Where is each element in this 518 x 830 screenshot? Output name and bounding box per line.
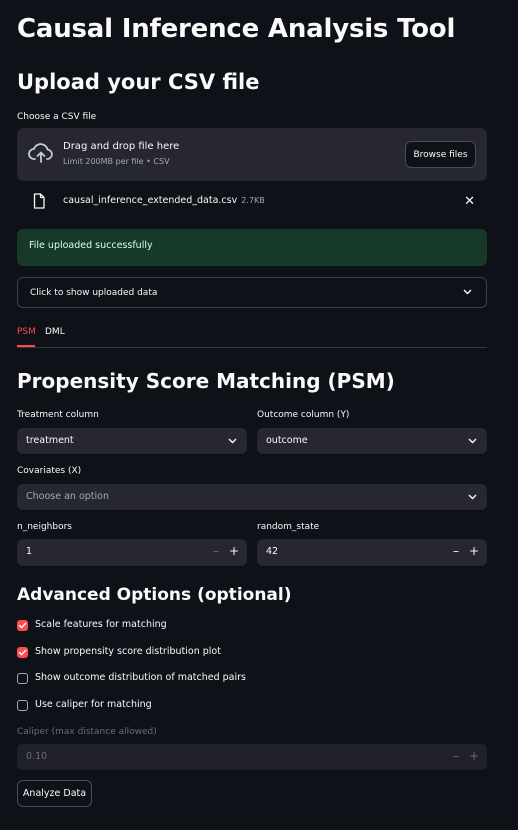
decrement-button: – [453,749,459,763]
n-neighbors-input[interactable]: 1 – + [17,539,247,566]
caliper-label: Caliper (max distance allowed) [17,727,157,737]
outcome-column-select[interactable]: outcome [257,428,487,454]
increment-button[interactable]: + [469,544,479,558]
uploaded-file-row: causal_inference_extended_data.csv 2.7KB … [17,192,487,212]
tab-bar: PSM DML [17,321,487,348]
random-state-value: 42 [266,546,279,557]
checkbox-label: Show outcome distribution of matched pai… [35,672,246,683]
chevron-down-icon [468,492,477,503]
file-name-text: causal_inference_extended_data.csv [63,195,238,206]
caliper-value: 0.10 [26,751,48,762]
checkbox-propensity-plot[interactable]: Show propensity score distribution plot [17,646,317,660]
covariates-placeholder: Choose an option [26,491,109,502]
checkbox-checked-icon[interactable] [17,620,28,631]
psm-heading: Propensity Score Matching (PSM) [17,369,395,393]
checkbox-label: Show propensity score distribution plot [35,646,221,657]
checkbox-checked-icon[interactable] [17,647,28,658]
checkbox-unchecked-icon[interactable] [17,673,28,684]
decrement-button[interactable]: – [453,544,459,558]
checkbox-scale-features[interactable]: Scale features for matching [17,619,317,633]
dropzone-limit-text: Limit 200MB per file • CSV [63,157,170,166]
outcome-column-value: outcome [266,435,308,446]
analyze-data-button[interactable]: Analyze Data [17,780,92,807]
covariates-multiselect[interactable]: Choose an option [17,484,487,510]
random-state-label: random_state [257,522,320,532]
caliper-input: 0.10 – + [17,744,487,770]
upload-heading: Upload your CSV file [17,70,260,94]
advanced-options-heading: Advanced Options (optional) [17,585,292,605]
expander-label: Click to show uploaded data [30,288,158,298]
cloud-upload-icon [28,142,54,168]
app-title: Causal Inference Analysis Tool [17,14,456,44]
file-icon [33,193,45,213]
random-state-input[interactable]: 42 – + [257,539,487,566]
chevron-down-icon [463,288,472,298]
checkbox-unchecked-icon[interactable] [17,700,28,711]
n-neighbors-value: 1 [26,546,33,557]
uploaded-file-name: causal_inference_extended_data.csv 2.7KB [63,195,265,206]
tab-psm[interactable]: PSM [17,327,36,337]
checkbox-use-caliper[interactable]: Use caliper for matching [17,699,317,713]
file-uploader-label: Choose a CSV file [17,112,97,122]
file-size: 2.7KB [241,196,265,205]
increment-button[interactable]: + [229,544,239,558]
chevron-down-icon [228,436,237,447]
n-neighbors-label: n_neighbors [17,522,72,532]
success-alert: File uploaded successfully [17,229,487,266]
active-tab-indicator [17,345,35,347]
treatment-column-select[interactable]: treatment [17,428,247,454]
file-dropzone[interactable]: Drag and drop file here Limit 200MB per … [17,128,487,181]
checkbox-outcome-distribution[interactable]: Show outcome distribution of matched pai… [17,672,317,686]
show-data-expander[interactable]: Click to show uploaded data [17,277,487,308]
checkbox-label: Use caliper for matching [35,699,152,710]
decrement-button[interactable]: – [213,544,219,558]
dropzone-title: Drag and drop file here [63,141,180,152]
outcome-column-label: Outcome column (Y) [257,410,350,420]
checkbox-label: Scale features for matching [35,619,167,630]
treatment-column-value: treatment [26,435,74,446]
chevron-down-icon [468,436,477,447]
browse-files-button[interactable]: Browse files [405,141,476,168]
remove-file-icon[interactable]: ✕ [464,194,475,209]
tab-dml[interactable]: DML [45,327,65,337]
increment-button: + [468,749,479,763]
covariates-label: Covariates (X) [17,466,82,476]
treatment-column-label: Treatment column [17,410,99,420]
